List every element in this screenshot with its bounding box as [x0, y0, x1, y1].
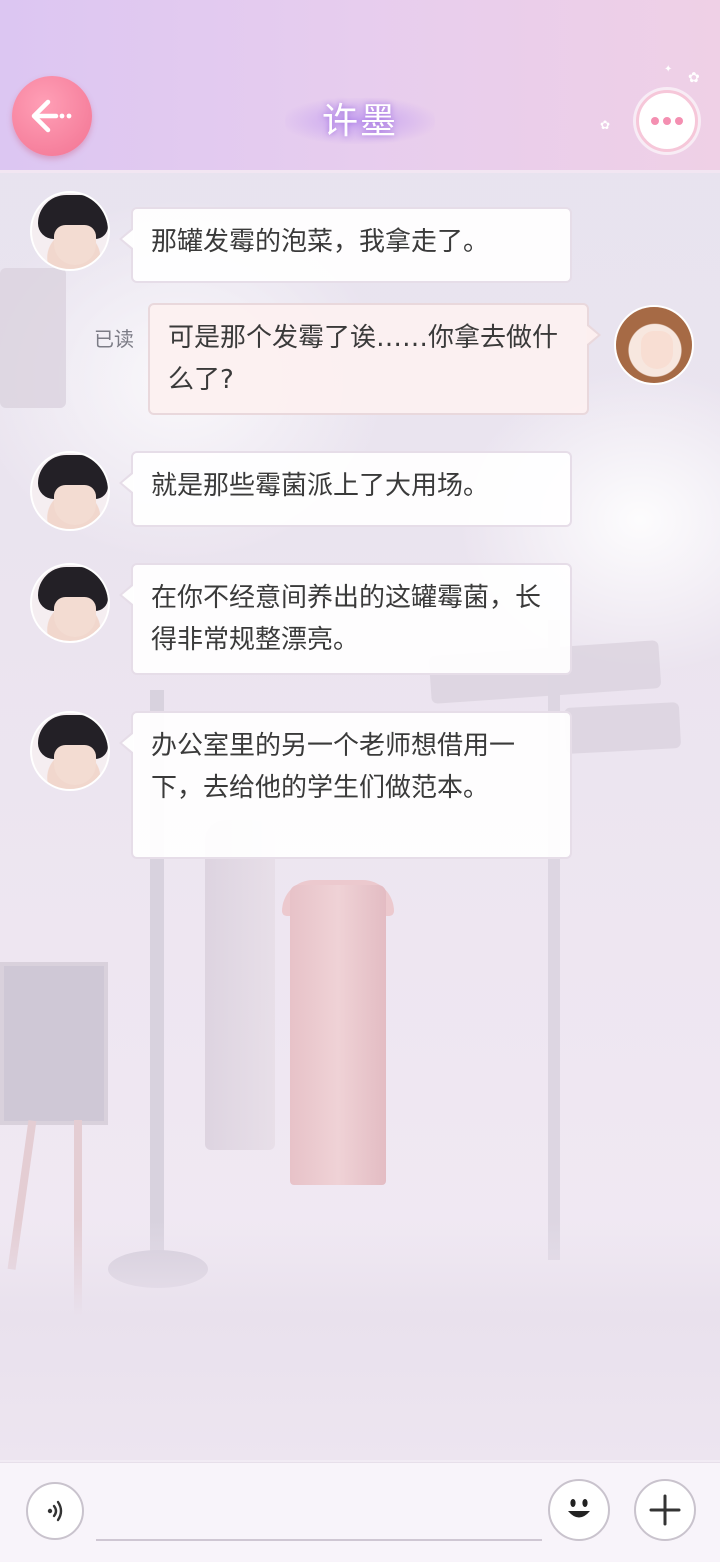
user-avatar[interactable] [614, 305, 694, 385]
message-bubble[interactable]: 就是那些霉菌派上了大用场。 [119, 451, 572, 527]
contact-avatar[interactable] [30, 191, 110, 271]
background-postbox [290, 885, 386, 1185]
background-sign [0, 268, 66, 408]
emoji-button[interactable] [548, 1479, 610, 1541]
voice-icon [47, 1500, 63, 1522]
plus-button[interactable] [634, 1479, 696, 1541]
background-menu-board [0, 962, 108, 1125]
sparkle-icon: ✿ [688, 70, 700, 86]
background-ground [0, 1220, 720, 1460]
background-tree [205, 820, 275, 1150]
input-bar [0, 1462, 720, 1562]
message-bubble[interactable]: 办公室里的另一个老师想借用一下，去给他的学生们做范本。 [119, 711, 572, 859]
contact-avatar[interactable] [30, 711, 110, 791]
sparkle-icon: ✦ [664, 64, 673, 75]
message-bubble[interactable]: 可是那个发霉了诶……你拿去做什么了? [148, 303, 601, 415]
more-dots-icon [663, 117, 671, 125]
plus-icon [649, 1494, 681, 1526]
contact-avatar[interactable] [30, 451, 110, 531]
message-bubble[interactable]: 那罐发霉的泡菜，我拿走了。 [119, 207, 572, 283]
chat-header: ✿ ✿ ✦ 许墨 [0, 0, 720, 173]
more-dots-icon [675, 117, 683, 125]
message-input[interactable] [96, 1493, 542, 1541]
voice-button[interactable] [26, 1482, 84, 1540]
more-button[interactable] [636, 90, 698, 152]
contact-avatar[interactable] [30, 563, 110, 643]
emoji-icon [568, 1499, 590, 1518]
read-receipt: 已读 [94, 327, 134, 351]
chat-title: 许墨 [321, 101, 398, 142]
more-dots-icon [651, 117, 659, 125]
message-bubble[interactable]: 在你不经意间养出的这罐霉菌，长得非常规整漂亮。 [119, 563, 572, 675]
background-signpost [563, 702, 682, 754]
